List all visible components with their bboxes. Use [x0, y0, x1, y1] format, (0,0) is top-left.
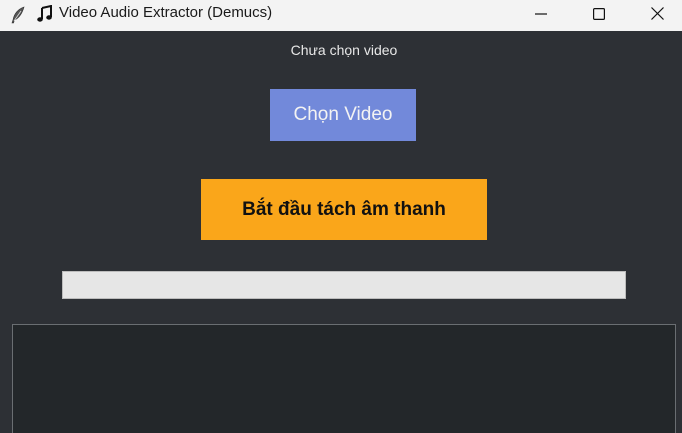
- close-icon: [650, 6, 664, 25]
- app-window: Video Audio Extractor (Demucs) Chưa chọn…: [0, 0, 682, 433]
- minimize-button[interactable]: [512, 0, 570, 31]
- maximize-icon: [593, 7, 606, 25]
- title-bar[interactable]: Video Audio Extractor (Demucs): [0, 0, 682, 31]
- close-button[interactable]: [628, 0, 682, 31]
- progress-bar: [62, 271, 626, 299]
- video-status-label: Chưa chọn video: [290, 42, 398, 58]
- log-output-area[interactable]: [12, 324, 676, 433]
- feather-icon: [9, 6, 27, 24]
- start-extraction-button[interactable]: Bắt đầu tách âm thanh: [201, 179, 487, 240]
- music-note-icon: [37, 4, 53, 23]
- choose-video-button[interactable]: Chọn Video: [270, 89, 416, 141]
- window-title: Video Audio Extractor (Demucs): [59, 4, 273, 21]
- maximize-button[interactable]: [570, 0, 628, 31]
- minimize-icon: [535, 7, 547, 25]
